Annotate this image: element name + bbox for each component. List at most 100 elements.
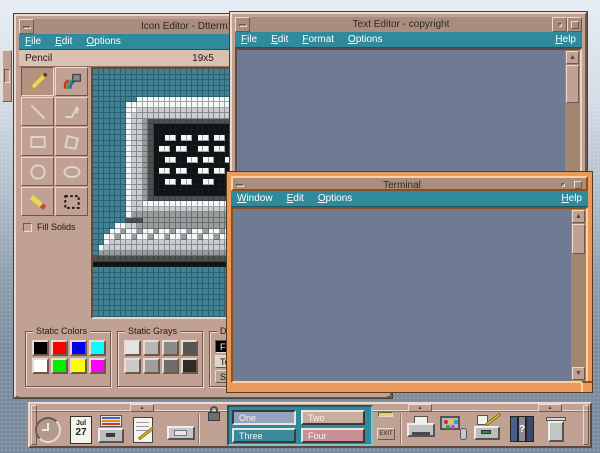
menu-edit[interactable]: Edit [55,36,72,47]
window-menu-button[interactable] [19,19,34,34]
trash-icon[interactable] [542,414,572,447]
color-swatch-cyan[interactable] [89,340,106,356]
help-manager-icon[interactable]: ? [508,414,538,447]
menu-options[interactable]: Options [348,34,382,45]
minimize-icon [561,183,565,187]
app-handle [481,430,491,434]
terminal-scrollbar[interactable]: ▲ ▼ [571,209,586,381]
color-swatch-magenta[interactable] [89,358,106,374]
scrollbar-thumb[interactable] [566,65,579,103]
maximize-button[interactable] [571,178,586,189]
pixel-canvas[interactable] [91,67,241,319]
gray-swatch-4[interactable] [181,340,198,356]
color-swatch-red[interactable] [51,340,68,356]
gray-swatch-8[interactable] [181,358,198,374]
color-swatch-black[interactable] [32,340,49,356]
subpanel-arrow-printer[interactable]: ▲ [408,404,432,412]
mail-icon[interactable] [166,414,196,447]
gray-swatch-7[interactable] [162,358,179,374]
menu-edit[interactable]: Edit [287,193,304,204]
color-swatch-blue[interactable] [70,340,87,356]
text-editor-icon[interactable] [129,414,159,447]
lock-icon[interactable] [206,406,222,422]
color-swatch-green[interactable] [51,358,68,374]
gray-swatch-1[interactable] [124,340,141,356]
menu-options[interactable]: Options [318,193,352,204]
calendar-icon[interactable]: Jul 27 [66,414,96,447]
window-menu-button[interactable] [235,17,250,32]
menu-window[interactable]: Window [237,193,273,204]
select-icon [62,192,82,212]
subpanel-arrow-help[interactable]: ▲ [538,404,562,412]
help-question-mark: ? [518,416,526,442]
rectangle-tool-button[interactable] [21,127,54,156]
gray-swatch-2[interactable] [143,340,160,356]
menu-help[interactable]: Help [561,193,582,204]
gray-swatch-3[interactable] [162,340,179,356]
polygon-icon [62,132,82,152]
flood-fill-tool-button[interactable] [55,67,88,96]
menu-options[interactable]: Options [86,36,120,47]
minimize-button[interactable] [556,178,571,189]
maximize-button[interactable] [567,17,582,32]
text-editor-titlebar[interactable]: Text Editor - copyright [235,17,582,32]
select-tool-button[interactable] [55,187,88,216]
resize-handle[interactable] [581,381,592,392]
text-editor-window: Text Editor - copyright File Edit Format… [230,12,587,184]
workspace-two-button[interactable]: Two [301,410,365,425]
printer-icon[interactable] [406,414,436,447]
polyline-icon [62,102,82,122]
text-editor-content[interactable]: ▲ [235,48,582,183]
eraser-tool-button[interactable] [21,187,54,216]
scrollbar-thumb[interactable] [572,224,585,254]
menu-file[interactable]: File [241,34,257,45]
workspace-three-button[interactable]: Three [232,428,296,443]
color-swatch-yellow[interactable] [70,358,87,374]
fill-solids-checkbox[interactable] [23,223,32,232]
style-mouse [460,428,467,440]
line-tool-button[interactable] [21,97,54,126]
subpanel-arrow-apps[interactable]: ▲ [130,404,154,412]
pencil-tool-button[interactable] [21,67,54,96]
menu-format[interactable]: Format [302,34,334,45]
menu-file[interactable]: File [25,36,41,47]
menu-edit[interactable]: Edit [271,34,288,45]
panel-right-handle[interactable] [583,405,589,445]
tool-palette [21,67,88,216]
ellipse-tool-button[interactable] [55,157,88,186]
mail-letter [174,430,187,436]
file-manager-handle [106,433,115,437]
style-manager-icon[interactable] [438,414,468,447]
text-editor-scrollbar[interactable]: ▲ [565,50,580,181]
scroll-down-icon[interactable]: ▼ [572,367,585,380]
background-window-edge[interactable] [2,50,12,102]
scroll-up-icon[interactable]: ▲ [572,210,585,223]
window-menu-button[interactable] [233,178,248,189]
calendar-month: Jul [71,420,91,427]
calendar-day: 27 [71,427,91,438]
gray-swatch-5[interactable] [124,358,141,374]
fill-solids-option: Fill Solids [23,222,76,232]
minimize-button[interactable] [552,17,567,32]
circle-tool-button[interactable] [21,157,54,186]
color-swatch-white[interactable] [32,358,49,374]
static-colors-group: Static Colors [25,331,111,387]
workspace-four-button[interactable]: Four [301,428,365,443]
application-manager-icon[interactable] [472,414,502,447]
menu-help[interactable]: Help [555,34,576,45]
clock-icon[interactable] [33,414,63,447]
trash-body [548,421,564,442]
maximize-icon [571,21,579,29]
terminal-content[interactable]: ▲ ▼ [231,207,588,383]
eraser-icon [28,192,48,212]
gray-swatch-6[interactable] [143,358,160,374]
polygon-tool-button[interactable] [55,127,88,156]
file-manager-folders [100,415,122,427]
terminal-titlebar[interactable]: Terminal [231,176,588,191]
workspace-one-button[interactable]: One [232,410,296,425]
exit-button[interactable]: EXIT [377,428,395,440]
file-manager-icon[interactable] [96,414,126,447]
scroll-up-icon[interactable]: ▲ [566,51,579,64]
polyline-tool-button[interactable] [55,97,88,126]
static-colors-label: Static Colors [33,326,90,336]
